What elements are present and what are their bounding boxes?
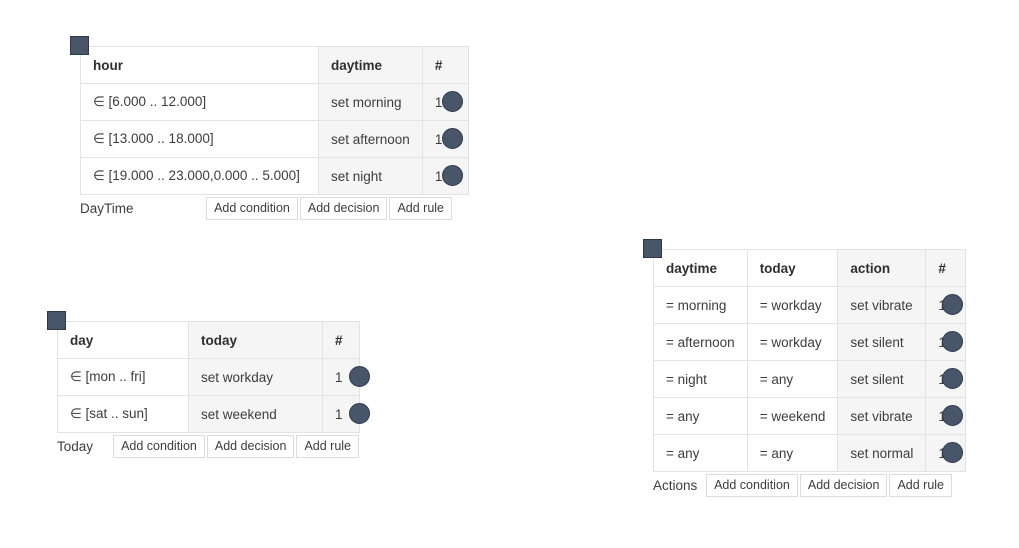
- table-row: = any= anyset normal1: [654, 435, 966, 472]
- rule-marker[interactable]: [942, 331, 963, 352]
- table-button-group: Add conditionAdd decisionAdd rule: [704, 474, 952, 497]
- column-header-counter[interactable]: #: [323, 322, 360, 359]
- add-rule-button[interactable]: Add rule: [889, 474, 952, 497]
- decision-cell[interactable]: set vibrate: [838, 287, 926, 324]
- rule-marker[interactable]: [942, 294, 963, 315]
- table-header-row: daytimetodayaction#: [654, 250, 966, 287]
- add-rule-button[interactable]: Add rule: [389, 197, 452, 220]
- table-button-group: Add conditionAdd decisionAdd rule: [204, 197, 452, 220]
- column-header-action[interactable]: action: [838, 250, 926, 287]
- table-row: = any= weekendset vibrate1: [654, 398, 966, 435]
- condition-cell[interactable]: = night: [654, 361, 748, 398]
- add-condition-button[interactable]: Add condition: [113, 435, 205, 458]
- condition-cell[interactable]: ∈ [6.000 .. 12.000]: [81, 84, 319, 121]
- column-header-hour[interactable]: hour: [81, 47, 319, 84]
- decision-cell[interactable]: set morning: [319, 84, 423, 121]
- table-footer: DayTime Add conditionAdd decisionAdd rule: [80, 197, 452, 220]
- condition-cell[interactable]: = weekend: [747, 398, 838, 435]
- add-decision-button[interactable]: Add decision: [800, 474, 888, 497]
- column-header-daytime[interactable]: daytime: [319, 47, 423, 84]
- rule-marker[interactable]: [942, 442, 963, 463]
- decision-cell[interactable]: set normal: [838, 435, 926, 472]
- table-name-label[interactable]: DayTime: [80, 201, 134, 216]
- decision-cell[interactable]: set workday: [189, 359, 323, 396]
- table-wrapper: daytoday#∈ [mon .. fri]set workday1∈ [sa…: [57, 321, 360, 433]
- column-header-counter[interactable]: #: [926, 250, 966, 287]
- rule-marker[interactable]: [349, 403, 370, 424]
- table-name-label[interactable]: Actions: [653, 478, 697, 493]
- condition-cell[interactable]: = any: [654, 398, 748, 435]
- rule-table: daytoday#∈ [mon .. fri]set workday1∈ [sa…: [57, 321, 360, 433]
- decision-table-actions: daytimetodayaction#= morning= workdayset…: [653, 249, 966, 497]
- rule-marker[interactable]: [349, 366, 370, 387]
- decision-cell[interactable]: set afternoon: [319, 121, 423, 158]
- table-footer: Today Add conditionAdd decisionAdd rule: [57, 435, 359, 458]
- table-button-group: Add conditionAdd decisionAdd rule: [111, 435, 359, 458]
- table-header-row: daytoday#: [58, 322, 360, 359]
- rule-marker[interactable]: [442, 165, 463, 186]
- table-row: = night= anyset silent1: [654, 361, 966, 398]
- decision-cell[interactable]: set silent: [838, 324, 926, 361]
- table-row: ∈ [sat .. sun]set weekend1: [58, 396, 360, 433]
- decision-cell[interactable]: set silent: [838, 361, 926, 398]
- rule-marker[interactable]: [942, 405, 963, 426]
- table-drag-handle[interactable]: [70, 36, 89, 55]
- rule-marker[interactable]: [942, 368, 963, 389]
- decision-table-today: daytoday#∈ [mon .. fri]set workday1∈ [sa…: [57, 321, 360, 458]
- column-header-today[interactable]: today: [747, 250, 838, 287]
- column-header-counter[interactable]: #: [422, 47, 468, 84]
- condition-cell[interactable]: ∈ [13.000 .. 18.000]: [81, 121, 319, 158]
- column-header-daytime[interactable]: daytime: [654, 250, 748, 287]
- table-wrapper: hourdaytime#∈ [6.000 .. 12.000]set morni…: [80, 46, 469, 195]
- add-decision-button[interactable]: Add decision: [300, 197, 388, 220]
- rule-marker[interactable]: [442, 128, 463, 149]
- condition-cell[interactable]: = morning: [654, 287, 748, 324]
- table-row: ∈ [19.000 .. 23.000,0.000 .. 5.000]set n…: [81, 158, 469, 195]
- table-row: ∈ [mon .. fri]set workday1: [58, 359, 360, 396]
- condition-cell[interactable]: = workday: [747, 287, 838, 324]
- condition-cell[interactable]: = any: [654, 435, 748, 472]
- condition-cell[interactable]: ∈ [sat .. sun]: [58, 396, 189, 433]
- condition-cell[interactable]: = afternoon: [654, 324, 748, 361]
- add-decision-button[interactable]: Add decision: [207, 435, 295, 458]
- rule-marker[interactable]: [442, 91, 463, 112]
- decision-cell[interactable]: set vibrate: [838, 398, 926, 435]
- table-footer: Actions Add conditionAdd decisionAdd rule: [653, 474, 952, 497]
- add-rule-button[interactable]: Add rule: [296, 435, 359, 458]
- table-row: ∈ [13.000 .. 18.000]set afternoon1: [81, 121, 469, 158]
- rule-table: hourdaytime#∈ [6.000 .. 12.000]set morni…: [80, 46, 469, 195]
- table-name-label[interactable]: Today: [57, 439, 93, 454]
- table-header-row: hourdaytime#: [81, 47, 469, 84]
- condition-cell[interactable]: ∈ [19.000 .. 23.000,0.000 .. 5.000]: [81, 158, 319, 195]
- condition-cell[interactable]: = workday: [747, 324, 838, 361]
- decision-cell[interactable]: set night: [319, 158, 423, 195]
- table-row: ∈ [6.000 .. 12.000]set morning1: [81, 84, 469, 121]
- condition-cell[interactable]: ∈ [mon .. fri]: [58, 359, 189, 396]
- add-condition-button[interactable]: Add condition: [206, 197, 298, 220]
- table-row: = morning= workdayset vibrate1: [654, 287, 966, 324]
- condition-cell[interactable]: = any: [747, 361, 838, 398]
- decision-table-daytime: hourdaytime#∈ [6.000 .. 12.000]set morni…: [80, 46, 469, 220]
- table-row: = afternoon= workdayset silent1: [654, 324, 966, 361]
- column-header-day[interactable]: day: [58, 322, 189, 359]
- rule-table: daytimetodayaction#= morning= workdayset…: [653, 249, 966, 472]
- decision-cell[interactable]: set weekend: [189, 396, 323, 433]
- add-condition-button[interactable]: Add condition: [706, 474, 798, 497]
- condition-cell[interactable]: = any: [747, 435, 838, 472]
- table-wrapper: daytimetodayaction#= morning= workdayset…: [653, 249, 966, 472]
- table-drag-handle[interactable]: [47, 311, 66, 330]
- column-header-today[interactable]: today: [189, 322, 323, 359]
- table-drag-handle[interactable]: [643, 239, 662, 258]
